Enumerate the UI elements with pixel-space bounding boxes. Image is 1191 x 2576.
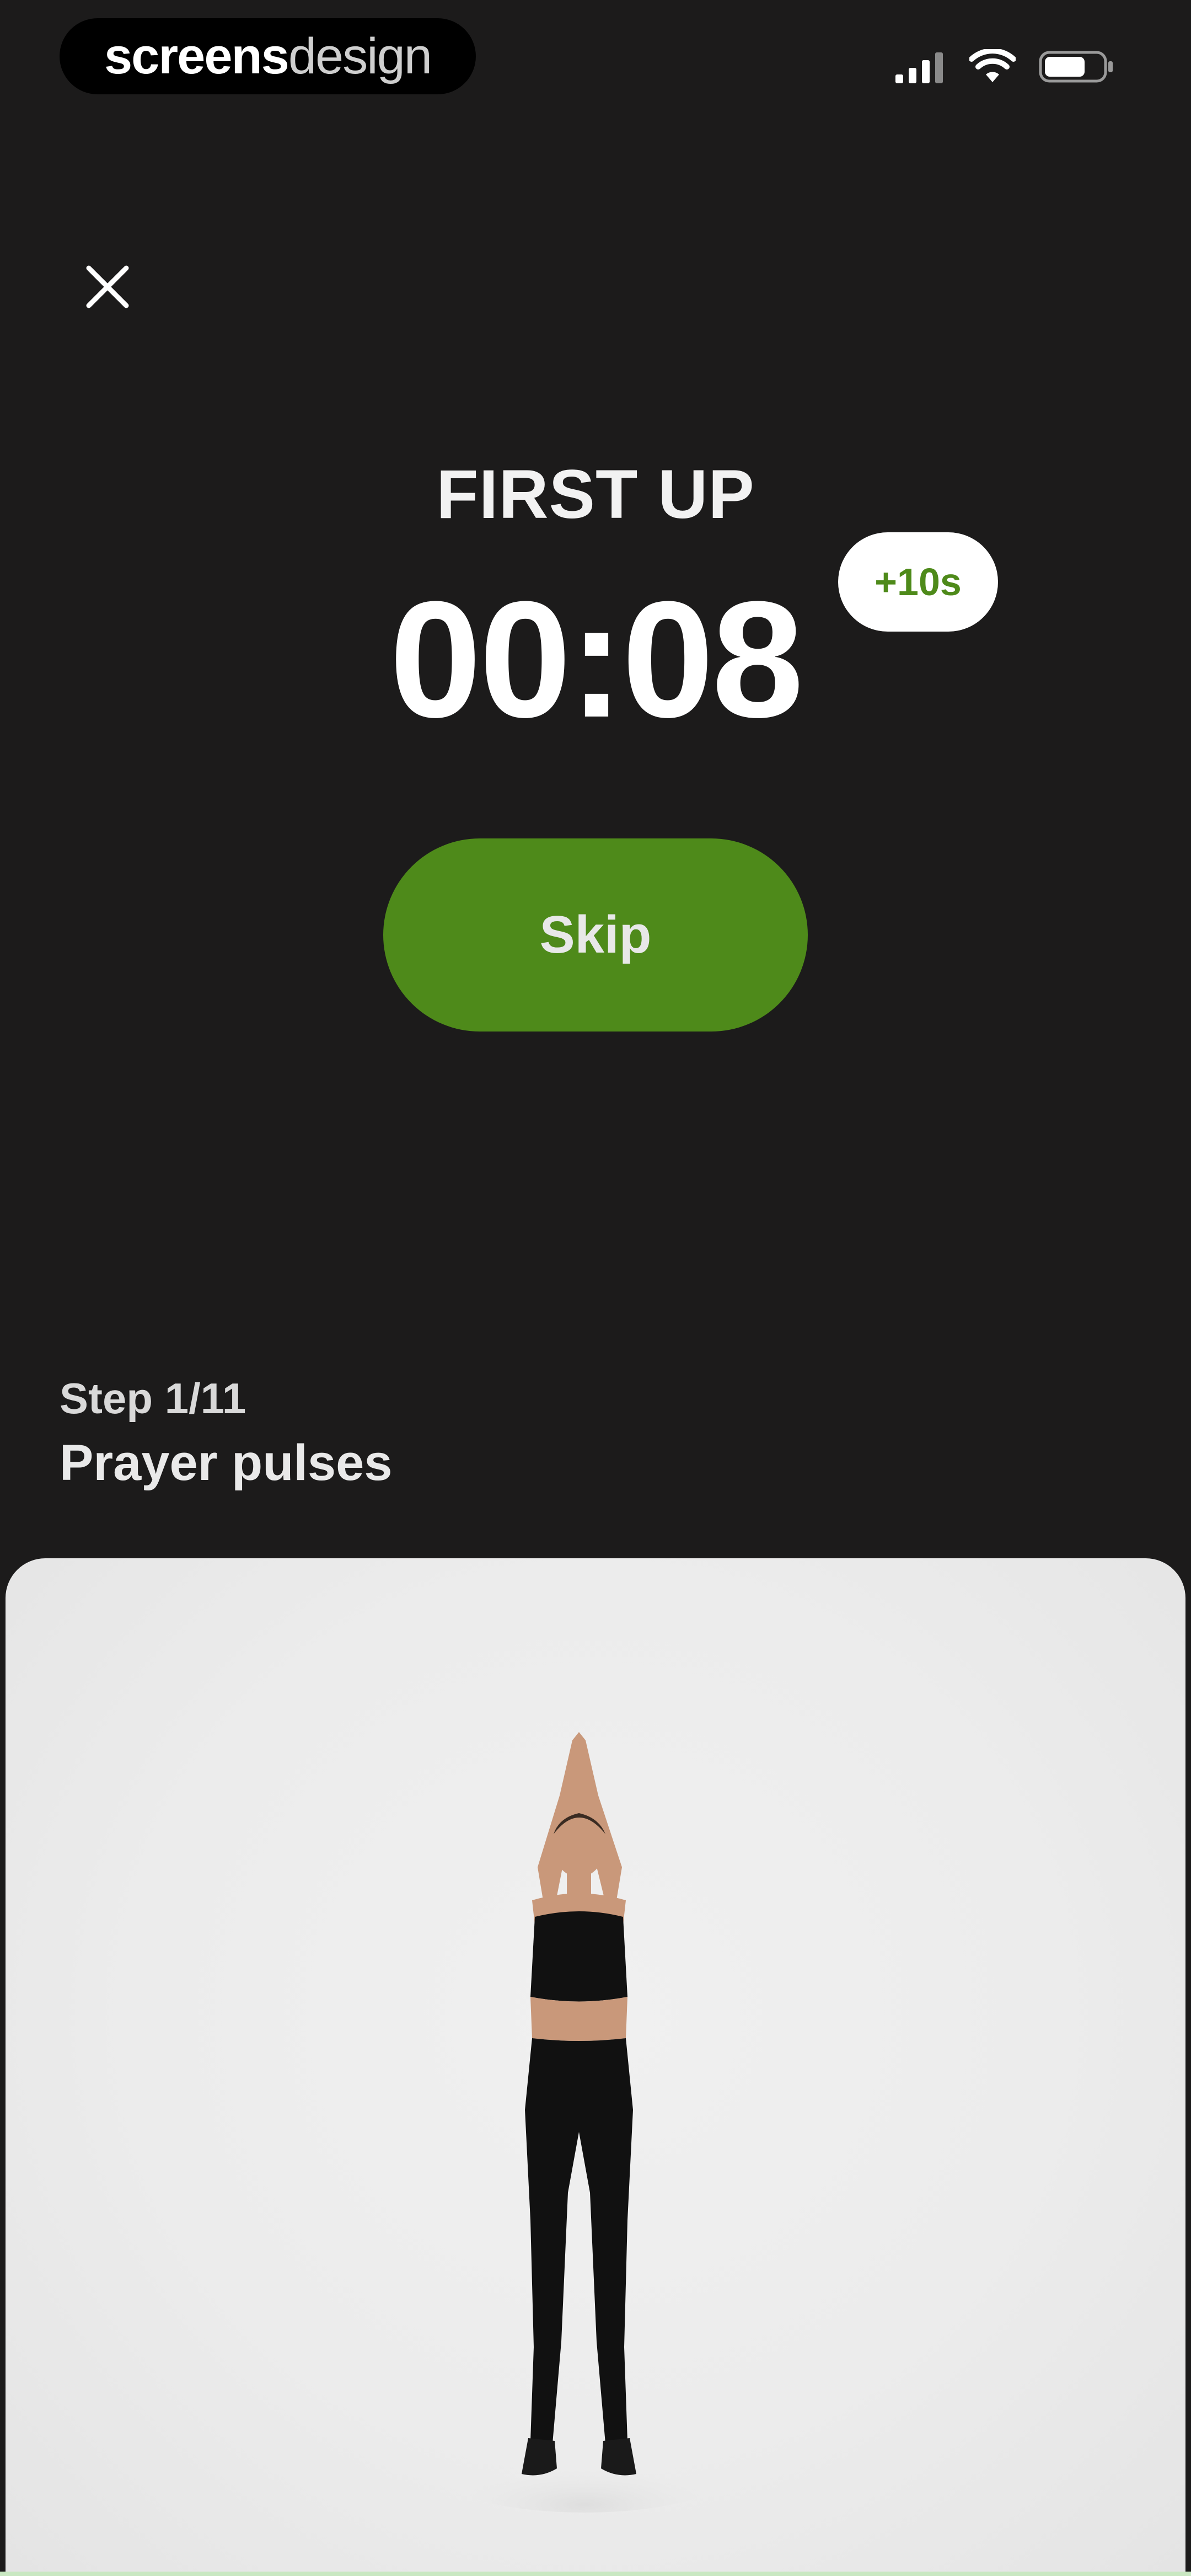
brand-logo-pill: screens design bbox=[60, 18, 476, 94]
close-button[interactable] bbox=[77, 256, 138, 317]
skip-button[interactable]: Skip bbox=[383, 838, 808, 1032]
workout-screen: screens design FIRST UP 00:08 +10s Skip … bbox=[0, 0, 1191, 2576]
exercise-name: Prayer pulses bbox=[60, 1435, 393, 1491]
status-icons bbox=[895, 43, 1114, 93]
brand-logo-light: design bbox=[288, 28, 432, 84]
exercise-figure bbox=[441, 1732, 728, 2513]
first-up-heading: FIRST UP bbox=[436, 456, 755, 533]
close-icon bbox=[86, 265, 129, 308]
home-indicator-line bbox=[0, 2572, 1191, 2576]
battery-icon bbox=[1039, 49, 1114, 87]
wifi-icon bbox=[969, 47, 1016, 87]
brand-logo-bold: screens bbox=[104, 28, 289, 84]
signal-icon bbox=[895, 50, 946, 86]
countdown-timer: 00:08 bbox=[389, 566, 803, 752]
add-10s-button[interactable]: +10s bbox=[838, 532, 998, 632]
step-counter: Step 1/11 bbox=[60, 1374, 246, 1423]
exercise-demo-image bbox=[6, 1558, 1185, 2576]
